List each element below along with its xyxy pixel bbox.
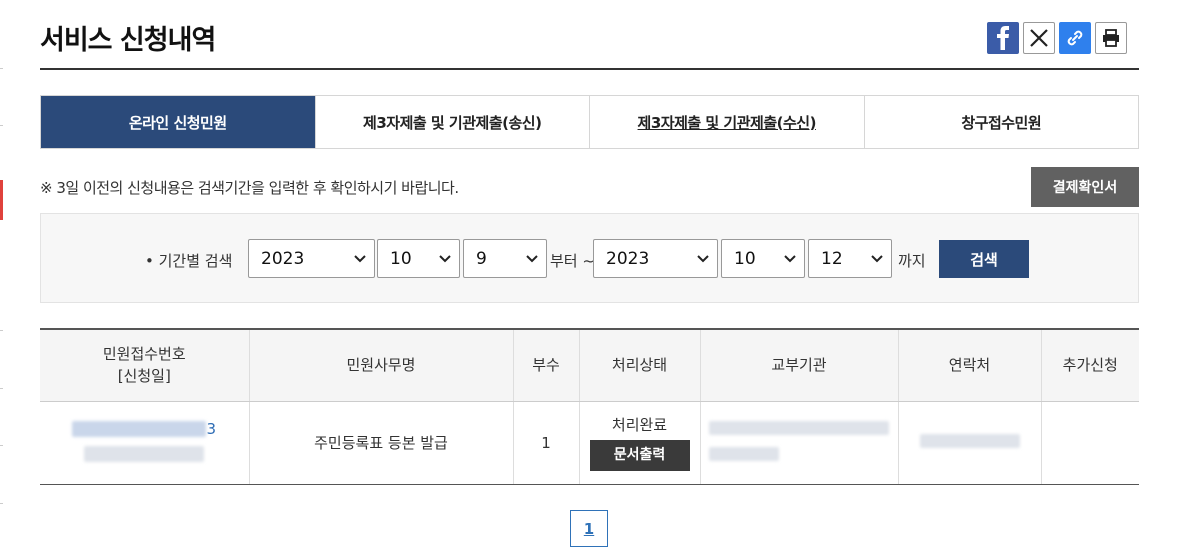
to-suffix: 까지 bbox=[898, 252, 926, 270]
from-year-select[interactable]: 2023 bbox=[248, 239, 375, 278]
chevron-down-icon bbox=[354, 255, 366, 263]
left-edge-marks bbox=[0, 0, 6, 552]
tab-third-party-sent[interactable]: 제3자제출 및 기관제출(송신) bbox=[314, 96, 589, 148]
col-status: 처리상태 bbox=[578, 329, 700, 402]
to-year-value: 2023 bbox=[606, 248, 650, 269]
status-text: 처리완료 bbox=[611, 416, 668, 434]
page-title: 서비스 신청내역 bbox=[40, 25, 216, 56]
redacted-contact bbox=[919, 433, 1020, 448]
service-tabs: 온라인 신청민원 제3자제출 및 기관제출(송신) 제3자제출 및 기관제출(수… bbox=[40, 95, 1139, 149]
to-month-select[interactable]: 10 bbox=[721, 239, 805, 278]
tab-third-party-received[interactable]: 제3자제출 및 기관제출(수신) bbox=[589, 96, 864, 148]
share-toolbar bbox=[987, 22, 1127, 54]
redacted-date bbox=[84, 445, 205, 462]
from-month-select[interactable]: 10 bbox=[377, 239, 460, 278]
col-issuer: 교부기관 bbox=[699, 329, 898, 402]
chevron-down-icon bbox=[784, 255, 796, 263]
col-copies: 부수 bbox=[512, 329, 579, 402]
tab-label: 창구접수민원 bbox=[961, 113, 1042, 132]
from-month-value: 10 bbox=[390, 248, 412, 269]
from-day-value: 9 bbox=[476, 248, 487, 269]
redacted-issuer-line2 bbox=[709, 446, 779, 461]
facebook-icon[interactable] bbox=[987, 22, 1019, 54]
tab-online[interactable]: 온라인 신청민원 bbox=[41, 96, 315, 148]
application-table: 민원접수번호 [신청일] 민원사무명 부수 처리상태 교부기관 연락처 추가신청… bbox=[40, 328, 1139, 485]
col-extra: 추가신청 bbox=[1040, 329, 1139, 402]
col-service-name: 민원사무명 bbox=[248, 329, 513, 402]
cell-copies: 1 bbox=[512, 401, 579, 485]
chevron-down-icon bbox=[439, 255, 451, 263]
table-row: 3 주민등록표 등본 발급 1 처리완료 문서출력 bbox=[40, 401, 1139, 485]
cell-contact bbox=[897, 401, 1041, 485]
to-day-select[interactable]: 12 bbox=[808, 239, 892, 278]
tab-label: 제3자제출 및 기관제출(수신) bbox=[637, 113, 817, 132]
print-document-button[interactable]: 문서출력 bbox=[589, 440, 690, 471]
tab-label: 제3자제출 및 기관제출(송신) bbox=[363, 113, 542, 132]
cell-status: 처리완료 문서출력 bbox=[578, 401, 700, 485]
from-year-value: 2023 bbox=[261, 248, 305, 269]
from-day-select[interactable]: 9 bbox=[463, 239, 547, 278]
notice-text: ※ 3일 이전의 신청내용은 검색기간을 입력한 후 확인하시기 바랍니다. bbox=[40, 179, 459, 197]
header-label: 민원접수번호 bbox=[102, 345, 186, 364]
cell-issuer bbox=[699, 401, 898, 485]
cell-service-name: 주민등록표 등본 발급 bbox=[248, 401, 513, 485]
col-contact: 연락처 bbox=[897, 329, 1041, 402]
to-year-select[interactable]: 2023 bbox=[593, 239, 718, 278]
tab-counter[interactable]: 창구접수민원 bbox=[863, 96, 1138, 148]
col-receipt-no: 민원접수번호 [신청일] bbox=[40, 329, 249, 402]
header-sublabel: [신청일] bbox=[117, 367, 171, 386]
cell-receipt-no: 3 bbox=[40, 401, 249, 485]
to-day-value: 12 bbox=[821, 248, 843, 269]
print-icon[interactable] bbox=[1095, 22, 1127, 54]
search-panel: • 기간별 검색 2023 10 9 부터 ~ 2023 10 12 까지 검색 bbox=[40, 213, 1139, 303]
search-button[interactable]: 검색 bbox=[939, 240, 1029, 278]
redacted-issuer bbox=[709, 420, 889, 435]
pagination-page-1[interactable]: 1 bbox=[570, 510, 608, 547]
redacted-receipt-no[interactable] bbox=[72, 421, 207, 437]
receipt-no-suffix[interactable]: 3 bbox=[206, 420, 216, 438]
chevron-down-icon bbox=[697, 255, 709, 263]
table-header-row: 민원접수번호 [신청일] 민원사무명 부수 처리상태 교부기관 연락처 추가신청 bbox=[40, 329, 1139, 402]
page-header: 서비스 신청내역 bbox=[40, 0, 1139, 70]
chevron-down-icon bbox=[871, 255, 883, 263]
payment-receipt-button[interactable]: 결제확인서 bbox=[1031, 167, 1139, 207]
tab-label: 온라인 신청민원 bbox=[128, 113, 227, 132]
content-wrapper: 서비스 신청내역 온라인 신청민원 제3자제출 및 기관제출(송신) 제3자제출… bbox=[40, 0, 1139, 547]
search-label: • 기간별 검색 bbox=[145, 252, 233, 270]
cell-extra bbox=[1040, 401, 1139, 485]
to-month-value: 10 bbox=[734, 248, 756, 269]
x-icon[interactable] bbox=[1023, 22, 1055, 54]
chevron-down-icon bbox=[526, 255, 538, 263]
from-suffix: 부터 ~ bbox=[550, 252, 595, 270]
link-icon[interactable] bbox=[1059, 22, 1091, 54]
